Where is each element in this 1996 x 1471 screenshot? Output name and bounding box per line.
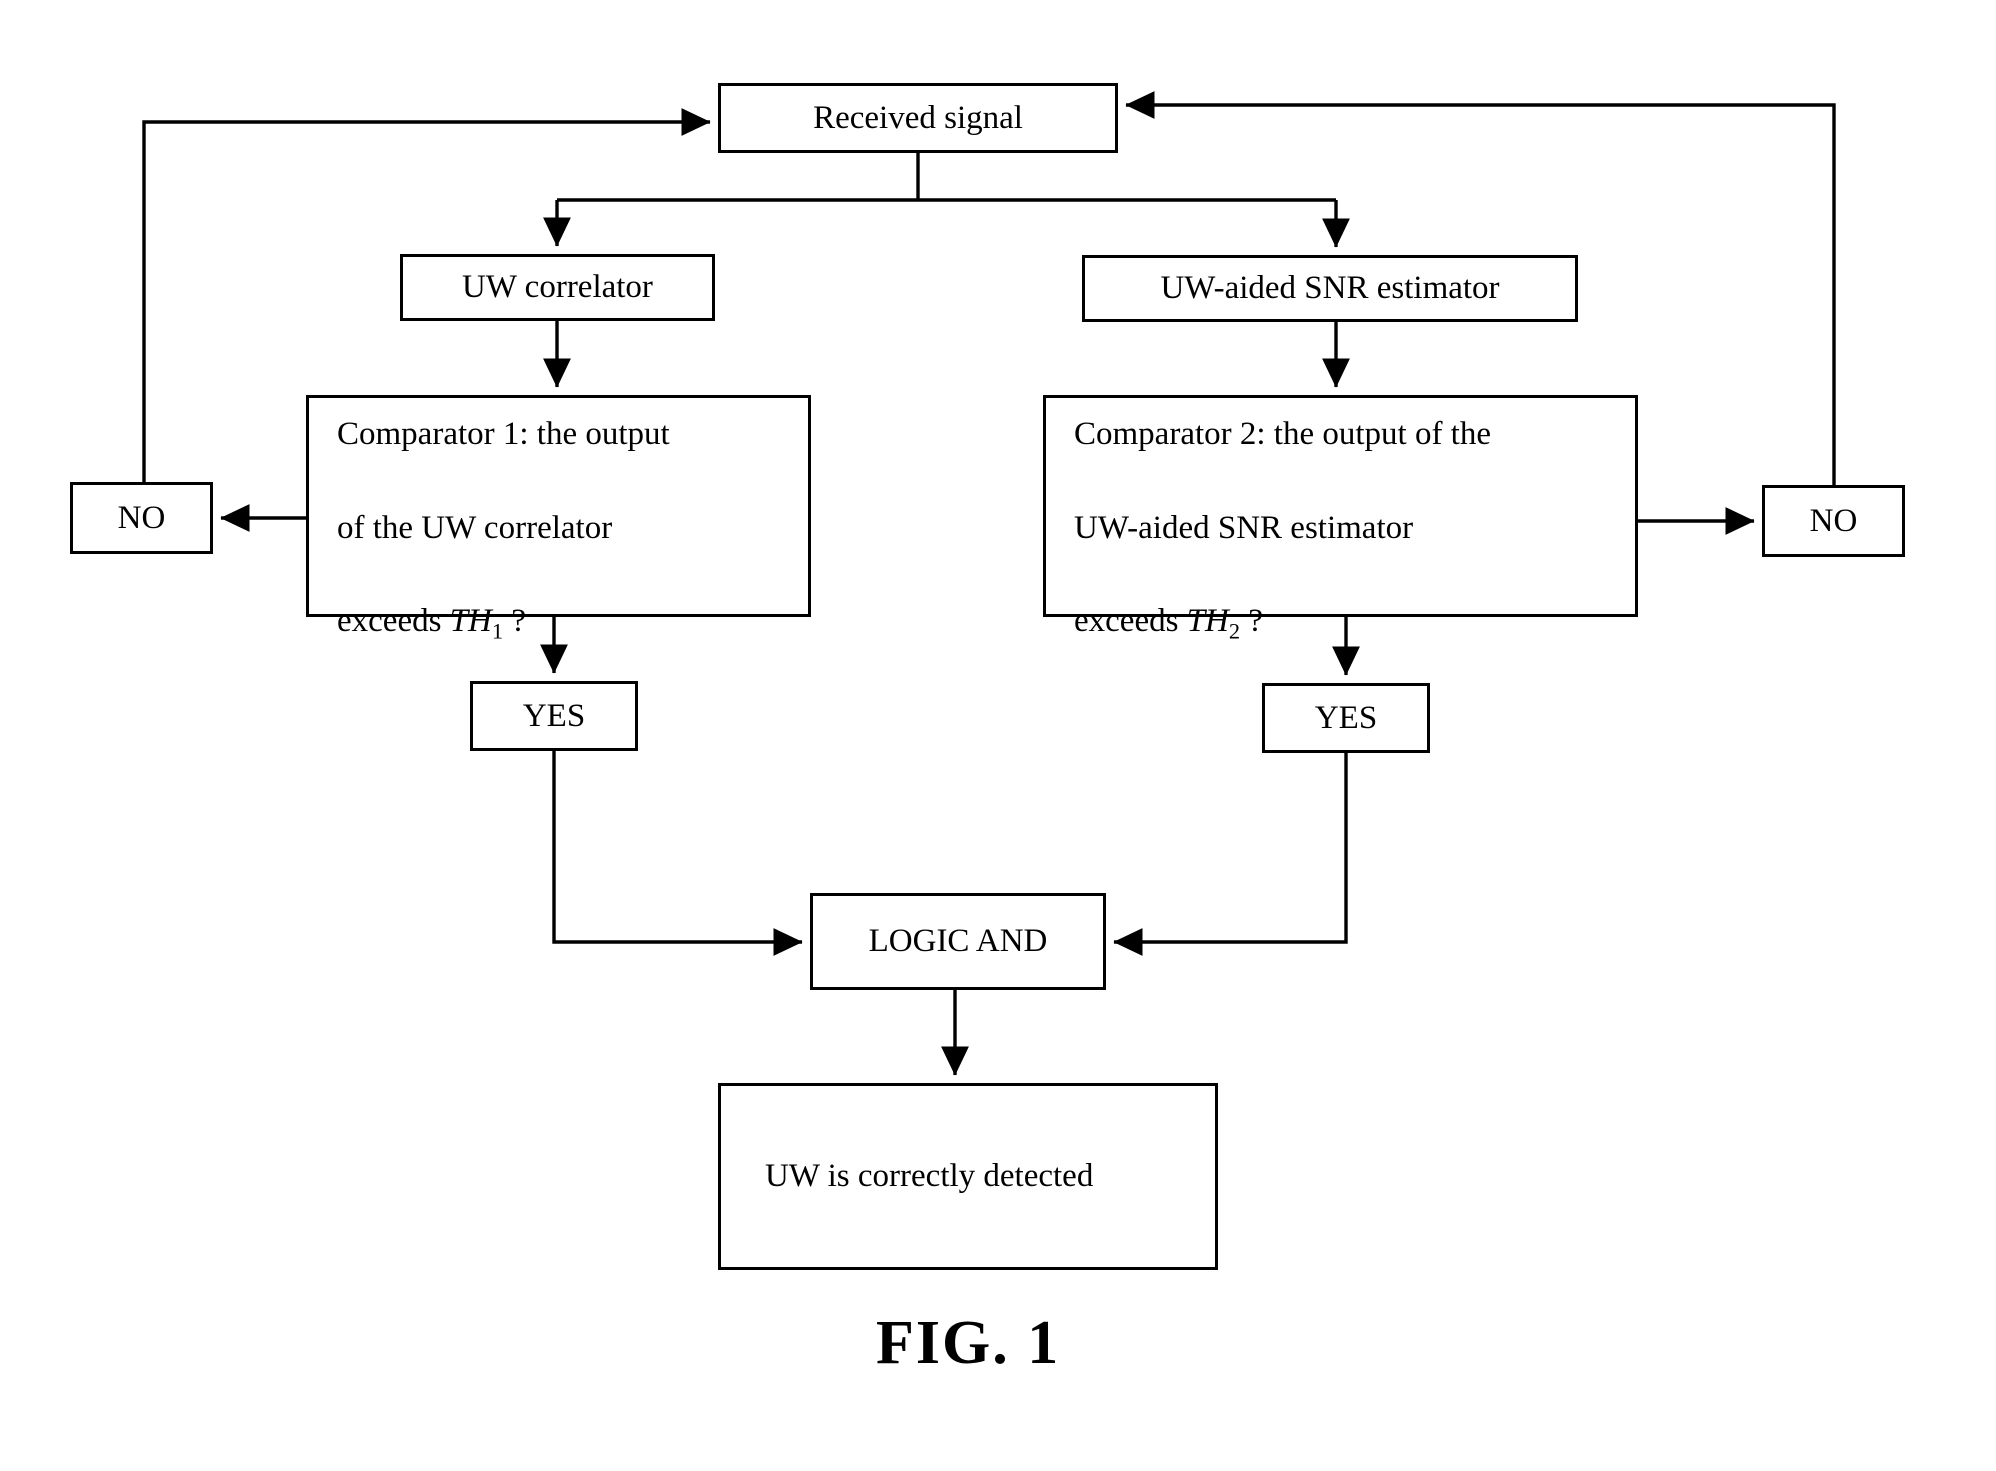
edge-yes-left-to-logic-and bbox=[552, 751, 803, 956]
comparator2-threshold-base: TH bbox=[1186, 603, 1229, 640]
figure-canvas: Received signal UW correlator UW-aided S… bbox=[0, 0, 1996, 1471]
comparator2-line3-suffix: ? bbox=[1240, 603, 1263, 640]
comparator2-label: Comparator 2: the output of the UW-aided… bbox=[1068, 364, 1497, 648]
comparator2-line3-prefix: exceeds bbox=[1074, 603, 1187, 640]
node-result: UW is correctly detected bbox=[718, 1083, 1218, 1270]
node-yes-right: YES bbox=[1262, 683, 1430, 753]
comparator2-line2: UW-aided SNR estimator bbox=[1074, 509, 1414, 546]
node-no-left: NO bbox=[70, 482, 213, 554]
no-right-label: NO bbox=[1809, 502, 1858, 539]
received-signal-label: Received signal bbox=[813, 99, 1023, 136]
figure-caption: FIG. 1 bbox=[876, 1309, 1061, 1377]
node-comparator2: Comparator 2: the output of the UW-aided… bbox=[1043, 395, 1638, 644]
node-uw-correlator: UW correlator bbox=[400, 254, 715, 321]
no-left-label: NO bbox=[117, 499, 166, 536]
snr-estimator-label: UW-aided SNR estimator bbox=[1160, 270, 1500, 307]
comparator1-label: Comparator 1: the output of the UW corre… bbox=[331, 364, 676, 648]
node-received-signal: Received signal bbox=[718, 83, 1118, 153]
comparator1-threshold-symbol: TH1 bbox=[449, 603, 503, 644]
comparator1-threshold-subscript: 1 bbox=[491, 619, 504, 645]
edge-yes-right-to-logic-and bbox=[1113, 753, 1348, 956]
node-logic-and: LOGIC AND bbox=[810, 893, 1106, 990]
comparator2-threshold-symbol: TH2 bbox=[1186, 603, 1240, 644]
logic-and-label: LOGIC AND bbox=[868, 923, 1048, 960]
comparator1-threshold-base: TH bbox=[449, 603, 492, 640]
yes-right-label: YES bbox=[1314, 699, 1378, 736]
comparator1-line2: of the UW correlator bbox=[337, 509, 613, 546]
node-comparator1: Comparator 1: the output of the UW corre… bbox=[306, 395, 811, 644]
yes-left-label: YES bbox=[522, 697, 586, 734]
comparator2-threshold-subscript: 2 bbox=[1228, 619, 1241, 645]
comparator1-line3-prefix: exceeds bbox=[337, 603, 450, 640]
node-yes-left: YES bbox=[470, 681, 638, 751]
uw-correlator-label: UW correlator bbox=[462, 269, 653, 306]
comparator2-line1: Comparator 2: the output of the bbox=[1074, 415, 1491, 452]
result-label: UW is correctly detected bbox=[765, 1158, 1094, 1195]
comparator1-line1: Comparator 1: the output bbox=[337, 415, 670, 452]
comparator1-line3-suffix: ? bbox=[503, 603, 526, 640]
node-no-right: NO bbox=[1762, 485, 1905, 557]
node-snr-estimator: UW-aided SNR estimator bbox=[1082, 255, 1578, 322]
